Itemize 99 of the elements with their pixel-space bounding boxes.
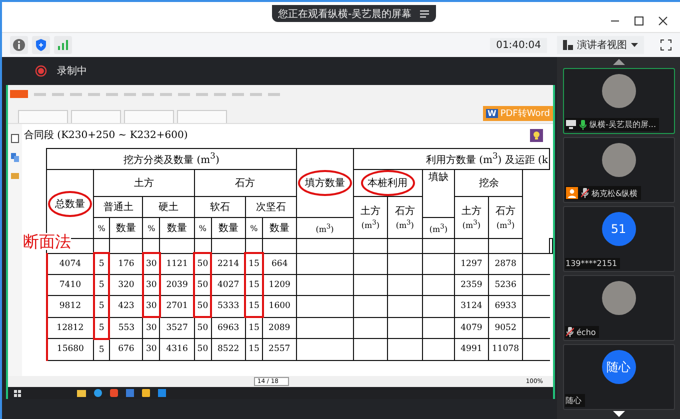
table-cell: 8522 (211, 338, 246, 360)
participant-tile[interactable]: 纵横-吴艺晨的屏... (562, 68, 674, 134)
list-icon[interactable] (420, 10, 430, 18)
table-header: 填方数量 (296, 148, 354, 218)
shield-icon[interactable] (32, 36, 50, 54)
participant-name: écho (576, 328, 596, 336)
table-cell: 2878 (488, 253, 523, 274)
table-cell: 30 (142, 317, 160, 338)
fullscreen-icon[interactable] (660, 39, 672, 51)
layout-icon (563, 40, 573, 50)
table-cell: 5 (94, 338, 110, 360)
participant-tile[interactable]: 随心 随心 (562, 344, 674, 410)
table-cell: 5 (94, 253, 110, 274)
table-header: 普通土 (94, 196, 143, 218)
meeting-timer: 01:40:04 (490, 38, 547, 52)
page-icon[interactable] (11, 134, 19, 143)
table-header: 数量 (262, 218, 296, 238)
table-cell: 3527 (160, 317, 194, 338)
participant-name: 纵横-吴艺晨的屏... (590, 119, 656, 130)
table-cell: 15 (245, 338, 262, 360)
table-cell: 30 (142, 296, 160, 317)
table-header: % (94, 218, 110, 238)
table-header: % (142, 218, 160, 238)
table-cell: 15 (245, 296, 262, 317)
table-header: % (194, 218, 212, 238)
table-cell: 15 (245, 274, 262, 296)
table-header: 土方 (m$^{3}$) (353, 196, 388, 238)
table-cell: 5 (94, 274, 110, 296)
table-header: 硬土 (142, 196, 194, 218)
table-header: 挖余 (454, 170, 523, 196)
table-cell: 2557 (262, 338, 296, 360)
table-cell: 5236 (488, 274, 523, 296)
avatar-photo-placeholder (602, 74, 636, 108)
table-cell: 50 (194, 296, 212, 317)
table-header: 土方 (m$^{3}$) (454, 196, 488, 238)
table-header: 数量 (211, 218, 246, 238)
table-cell: 30 (142, 338, 160, 360)
table-cell: 676 (109, 338, 143, 360)
table-header: 土方 (94, 170, 194, 196)
table-cell: 15680 (46, 338, 94, 360)
recording-icon (35, 65, 47, 77)
avatar-photo-placeholder (602, 281, 636, 315)
participant-tile[interactable]: 51 139****2151 (562, 206, 674, 272)
table-cell: 15 (245, 253, 262, 274)
table-cell: 1600 (262, 296, 296, 317)
caret-icon (631, 42, 638, 48)
table-header: 挖方分类及数量 (m$^{3}$) (46, 148, 296, 170)
lightbulb-icon[interactable] (530, 128, 543, 142)
table-header: % (245, 218, 262, 238)
table-cell: 15 (245, 317, 262, 338)
table-cell: 553 (109, 317, 143, 338)
browser-icon[interactable] (94, 389, 102, 397)
folder-icon[interactable] (77, 389, 86, 397)
table-header: 软石 (194, 196, 246, 218)
view-mode-button[interactable]: 演讲者视图 (557, 36, 644, 54)
document-title: 合同段 (K230+250 ~ K232+600) (24, 129, 188, 142)
table-cell: 6963 (211, 317, 246, 338)
info-icon[interactable] (10, 36, 28, 54)
table-cell: 4991 (454, 338, 488, 360)
table-cell: 5 (94, 317, 110, 338)
copy-icon[interactable] (11, 153, 19, 162)
table-cell: 2359 (454, 274, 488, 296)
table-cell: 30 (142, 253, 160, 274)
pdf-to-word-button[interactable]: W PDF转Word (482, 106, 553, 121)
table-cell: 4316 (160, 338, 194, 360)
avatar-initials: 随心 (602, 350, 636, 384)
table-header: 利用方数量 (m$^{3}$) 及运距 (k (353, 148, 550, 170)
table-cell: 50 (194, 274, 212, 296)
table-header: 本桩利用 (353, 170, 422, 196)
participant-name: 随心 (566, 395, 582, 406)
participant-tile[interactable]: écho (562, 275, 674, 341)
close-icon[interactable] (658, 16, 668, 26)
table-cell: 6933 (488, 296, 523, 317)
table-cell: 5 (94, 296, 110, 317)
table-header: 数量 (109, 218, 143, 238)
table-cell: 11078 (488, 338, 523, 360)
table-cell: 50 (194, 253, 212, 274)
participant-tile[interactable]: 杨克松&纵横 (562, 137, 674, 203)
table-cell: 1297 (454, 253, 488, 274)
table-cell: 1209 (262, 274, 296, 296)
table-cell: 3124 (454, 296, 488, 317)
participant-name: 杨克松&纵横 (592, 188, 638, 198)
table-cell: 50 (194, 338, 212, 360)
table-header: 数量 (160, 218, 194, 238)
scroll-up-icon[interactable] (612, 59, 624, 65)
recording-label: 录制中 (57, 64, 87, 78)
table-cell: 9052 (488, 317, 523, 338)
table-cell: 4079 (454, 317, 488, 338)
table-header: 填缺 (422, 170, 455, 218)
table-cell: 30 (142, 274, 160, 296)
windows-start-icon[interactable] (14, 390, 21, 396)
avatar-photo-placeholder (602, 143, 636, 177)
table-cell: 50 (194, 317, 212, 338)
table-cell: 664 (262, 253, 296, 274)
avatar-initials: 51 (602, 212, 636, 246)
banner-text: 您正在观看纵横-吴艺晨的屏幕 (278, 8, 412, 20)
table-cell: 2089 (262, 317, 296, 338)
participant-name: 139****2151 (566, 259, 618, 268)
maximize-icon[interactable] (634, 16, 644, 26)
